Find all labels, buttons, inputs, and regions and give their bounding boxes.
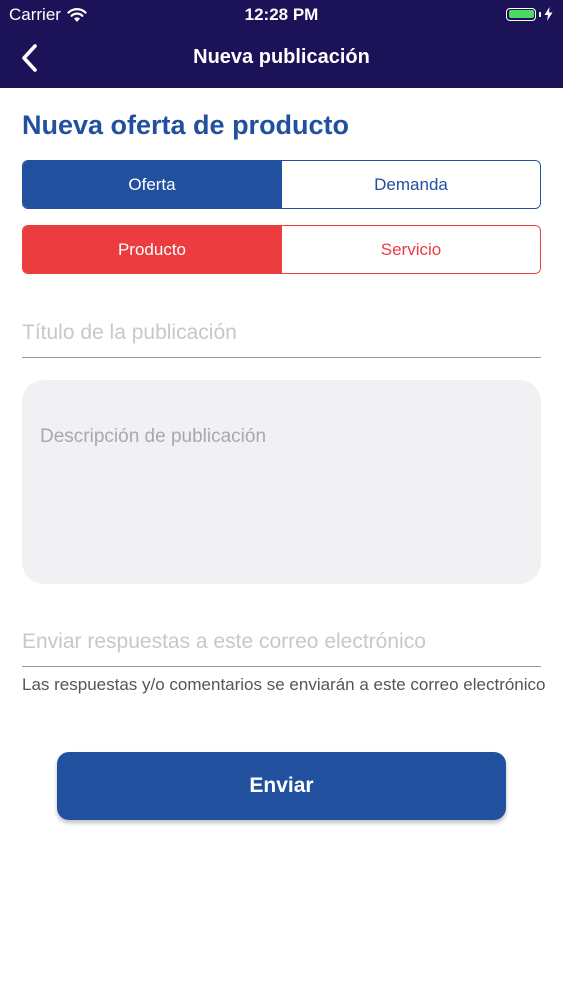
offer-type-selector: Oferta Demanda [22,160,541,209]
charging-bolt-icon [544,7,553,21]
segment-producto[interactable]: Producto [23,226,281,273]
battery-level [508,10,534,18]
navigation-bar: Nueva publicación [0,30,563,88]
nav-title: Nueva publicación [193,46,370,68]
category-selector: Producto Servicio [22,225,541,274]
description-input[interactable] [22,380,541,584]
segment-oferta[interactable]: Oferta [23,161,281,208]
segment-demanda[interactable]: Demanda [281,161,540,208]
segment-servicio[interactable]: Servicio [281,226,540,273]
battery-tip [539,11,541,17]
title-input[interactable] [22,308,541,358]
email-input[interactable] [22,617,541,667]
page-title: Nueva oferta de producto [22,110,350,140]
app-header: Carrier 12:28 PM Nueva publicación [0,0,563,88]
status-time: 12:28 PM [244,5,319,24]
email-helper-text: Las respuestas y/o comentarios se enviar… [22,675,546,694]
battery-icon [506,7,536,21]
battery-indicator [506,7,553,21]
submit-button[interactable]: Enviar [57,752,506,820]
status-bar: Carrier 12:28 PM [0,0,563,30]
